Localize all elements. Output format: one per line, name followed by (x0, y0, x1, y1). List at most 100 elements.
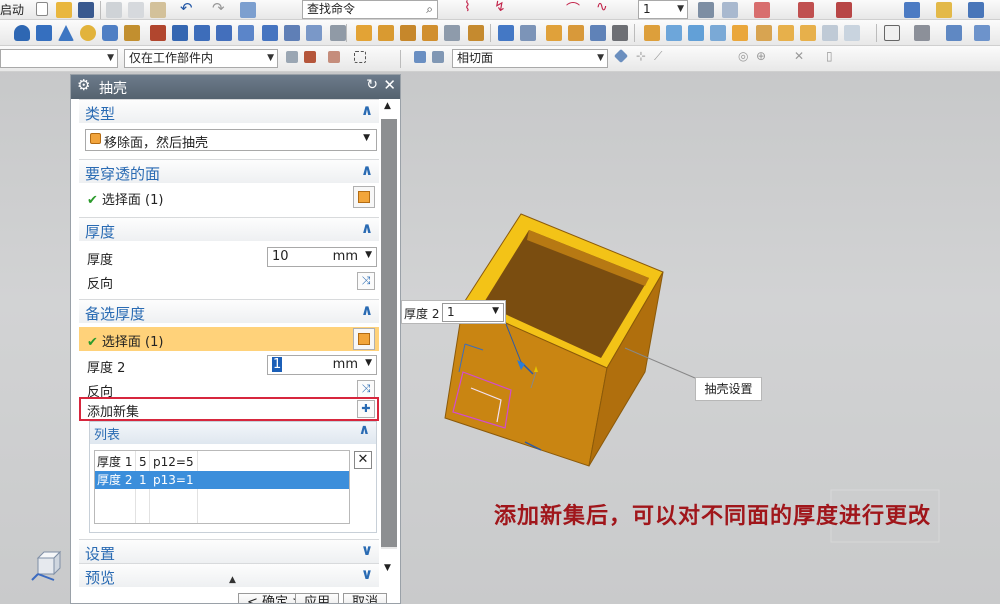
block-icon[interactable] (36, 25, 52, 41)
collapse-icon[interactable]: ∧ (361, 161, 373, 179)
sync-modeling-icon[interactable] (644, 25, 660, 41)
thickness-2-callout[interactable]: 厚度 2 1 ▼ (401, 300, 506, 324)
move-face-icon[interactable] (666, 25, 682, 41)
layer-icon[interactable] (698, 2, 714, 18)
thickness-input[interactable]: 10 mm ▼ (267, 247, 377, 267)
redo-icon[interactable]: ↷ (212, 0, 225, 17)
select-face-row[interactable]: ✔ 选择面 (1) (79, 185, 379, 209)
transform-icon[interactable] (722, 2, 738, 18)
surface-icon[interactable] (778, 25, 794, 41)
command-search-input[interactable]: 查找命令 ⌕ (302, 0, 438, 19)
pad-icon[interactable] (216, 25, 232, 41)
thread-icon[interactable] (284, 25, 300, 41)
save-icon[interactable] (78, 2, 94, 18)
intersect-icon[interactable] (422, 25, 438, 41)
collapse-icon[interactable]: ∧ (359, 422, 370, 438)
deselect-icon[interactable] (328, 51, 340, 63)
line-tool-icon[interactable]: ↯ (494, 0, 506, 15)
reset-icon[interactable]: ↻ (366, 77, 378, 93)
scroll-down-icon[interactable]: ▼ (384, 563, 391, 573)
plane-icon[interactable] (754, 2, 770, 18)
delete-face-icon[interactable] (732, 25, 748, 41)
snap-quadrant-icon[interactable]: ⊕ (756, 49, 766, 63)
paste-icon[interactable] (150, 2, 166, 18)
view-cube-icon[interactable] (946, 25, 962, 41)
pattern-icon[interactable] (306, 25, 322, 41)
render-icon[interactable] (936, 2, 952, 18)
replace-face-icon[interactable] (710, 25, 726, 41)
mesh-icon[interactable] (800, 25, 816, 41)
snap-intersection-icon[interactable]: ✕ (794, 49, 804, 63)
cone-icon[interactable] (58, 25, 74, 41)
list-item[interactable]: 厚度 1 5 p12=5 (95, 453, 349, 471)
selection-scope-select[interactable]: 仅在工作部件内 ▼ (124, 49, 278, 68)
new-file-icon[interactable] (36, 2, 48, 16)
pull-face-icon[interactable] (688, 25, 704, 41)
view-orient-icon[interactable] (904, 2, 920, 18)
sphere-icon[interactable] (80, 25, 96, 41)
dialog-title-bar[interactable]: ⚙ 抽壳 ↻ ✕ (71, 75, 400, 99)
type-select[interactable]: 移除面，然后抽壳 ▼ (85, 129, 377, 151)
number-select[interactable]: 1 ▼ (638, 0, 688, 19)
filter-icon[interactable] (286, 51, 298, 63)
add-new-set-button[interactable]: ✚ (357, 400, 375, 418)
mirror-icon[interactable] (590, 25, 606, 41)
collapse-icon[interactable]: ∧ (361, 301, 373, 319)
resize-icon[interactable] (756, 25, 772, 41)
cut-icon[interactable] (106, 2, 122, 18)
sweep-icon[interactable] (612, 25, 628, 41)
add-new-set-row[interactable]: 添加新集 ✚ (79, 397, 379, 421)
arc-tool-icon[interactable]: ⌒ (566, 0, 580, 19)
subtract-icon[interactable] (400, 25, 416, 41)
slot-icon[interactable] (262, 25, 278, 41)
alt-face-select-button[interactable] (353, 328, 375, 350)
display-icon[interactable] (968, 2, 984, 18)
shade-icon[interactable] (914, 25, 930, 41)
collapse-icon[interactable]: ∧ (361, 219, 373, 237)
copy-icon[interactable] (128, 2, 144, 18)
cylinder-feature-icon[interactable] (102, 25, 118, 41)
dialog-scrollbar-thumb[interactable] (381, 119, 397, 547)
thickness-set-list[interactable]: 厚度 1 5 p12=5 厚度 2 1 p13=1 (94, 450, 350, 524)
type-filter-select[interactable]: ▼ (0, 49, 118, 68)
face-select-button[interactable] (353, 186, 375, 208)
measure-icon[interactable] (798, 2, 814, 18)
hole-icon[interactable] (150, 25, 166, 41)
clip-icon[interactable] (432, 51, 444, 63)
apply-button[interactable]: 应用 (295, 593, 340, 603)
sew-icon[interactable] (822, 25, 838, 41)
expand-icon[interactable]: ∨ (361, 565, 373, 583)
list-item-selected[interactable]: 厚度 2 1 p13=1 (95, 471, 349, 489)
chamfer-icon[interactable] (568, 25, 584, 41)
trim-body-icon[interactable] (444, 25, 460, 41)
gear-icon[interactable]: ⚙ (77, 76, 90, 94)
thickness-2-input[interactable]: 1 mm ▼ (267, 355, 377, 375)
datum-plane-icon[interactable] (468, 25, 484, 41)
type-section-header[interactable]: 类型 ∧ (79, 99, 379, 123)
revolve-icon[interactable] (124, 25, 140, 41)
snap-icon[interactable] (836, 2, 852, 18)
open-folder-icon[interactable] (56, 2, 72, 18)
settings-section-header[interactable]: 设置 ∨ (79, 539, 379, 563)
offset-face-icon[interactable] (498, 25, 514, 41)
close-icon[interactable]: ✕ (383, 76, 396, 94)
snap-endpoint-icon[interactable]: ⊹ (636, 49, 646, 63)
reverse-direction-button[interactable]: ⤨ (357, 272, 375, 290)
alt-reverse-direction-button[interactable]: ⤨ (357, 380, 375, 398)
cancel-button[interactable]: 取消 (343, 593, 388, 603)
cylinder-icon[interactable] (14, 25, 30, 41)
undo-icon[interactable]: ↶ (180, 0, 193, 17)
alt-select-face-row[interactable]: ✔ 选择面 (1) (79, 327, 379, 351)
boss-icon[interactable] (172, 25, 188, 41)
unite-icon[interactable] (378, 25, 394, 41)
window-icon[interactable] (240, 2, 256, 18)
blend-icon[interactable] (546, 25, 562, 41)
shell-icon[interactable] (330, 25, 346, 41)
snap-point-icon[interactable] (613, 48, 629, 64)
dialog-more-icon[interactable]: ▲ (229, 575, 236, 585)
thickness-2-callout-input[interactable]: 1 ▼ (442, 303, 504, 322)
faces-to-pierce-header[interactable]: 要穿透的面 ∧ (79, 159, 379, 183)
groove-icon[interactable] (238, 25, 254, 41)
scroll-up-icon[interactable]: ▲ (384, 101, 391, 111)
extrude-icon[interactable] (356, 25, 372, 41)
